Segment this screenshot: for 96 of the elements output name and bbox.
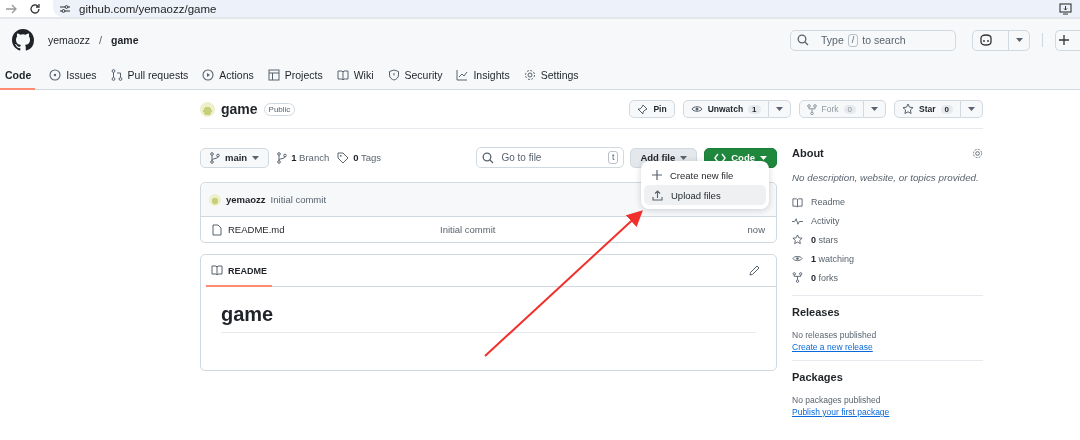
repo-tab[interactable]: Projects [267, 62, 323, 90]
pin-icon [637, 103, 649, 115]
about-link[interactable]: 1 watching [792, 249, 983, 269]
file-name[interactable]: README.md [228, 224, 434, 235]
shield-icon [387, 69, 400, 81]
eye-icon [690, 104, 703, 114]
star-button[interactable]: Star 0 [894, 100, 961, 118]
branches-link[interactable]: 1 Branch [277, 151, 330, 164]
about-description: No description, website, or topics provided. [792, 172, 980, 183]
back-icon[interactable] [5, 2, 17, 15]
create-release-link[interactable]: Create a new release [792, 342, 873, 352]
repo-avatar-icon [200, 101, 215, 117]
shortcut-key: t [607, 151, 619, 164]
address-bar[interactable]: github.com/yemaozz/game [53, 0, 1080, 17]
site-settings-icon[interactable] [59, 3, 71, 14]
play-icon [202, 69, 215, 81]
commit-message[interactable]: Initial commit [440, 224, 742, 235]
go-to-file-field[interactable]: Go to file t [476, 147, 625, 168]
repo-tab[interactable]: Insights [456, 62, 510, 90]
gear-icon [523, 69, 536, 81]
commit-message[interactable]: Initial commit [270, 194, 327, 205]
octocat-logo-icon[interactable] [12, 29, 34, 51]
readme-tab[interactable]: README [206, 256, 272, 287]
fork-icon [792, 272, 803, 284]
releases-text: No releases published [792, 330, 878, 340]
shortcut-key: / [847, 33, 859, 47]
count-badge: 0 [940, 104, 953, 114]
search-icon [797, 34, 809, 46]
about-link[interactable]: Activity [792, 211, 983, 231]
readme-heading: game [221, 303, 756, 333]
dropdown-button[interactable] [768, 100, 791, 118]
plus-icon [1059, 35, 1069, 45]
dropdown-button[interactable] [864, 100, 886, 118]
tags-link[interactable]: 0 Tags [337, 151, 382, 164]
publish-package-link[interactable]: Publish your first package [792, 407, 890, 417]
count-badge: 1 [748, 104, 761, 114]
book-icon [792, 196, 803, 208]
fork-icon [806, 103, 817, 115]
user-avatar-icon [209, 193, 221, 206]
edit-icon[interactable] [749, 265, 760, 276]
go-to-file-input[interactable]: Go to file [499, 151, 603, 164]
pr-icon [110, 69, 123, 81]
about-link[interactable]: 0 forks [792, 268, 983, 287]
branch-icon [210, 151, 220, 164]
packages-text: No packages published [792, 395, 882, 405]
repo-tab[interactable]: Wiki [336, 62, 374, 90]
branch-icon [277, 151, 288, 164]
about-title: About [792, 147, 824, 159]
count-badge: 0 [843, 104, 856, 114]
file-icon [212, 223, 222, 236]
menu-item[interactable]: Create new file [644, 165, 766, 185]
caret-icon [968, 107, 975, 111]
plus-icon [652, 170, 662, 180]
copilot-button[interactable] [972, 29, 1030, 51]
repo-link[interactable]: game [111, 34, 139, 46]
watch-button[interactable]: Unwatch 1 [682, 100, 769, 118]
repo-tab[interactable]: Code [0, 62, 36, 90]
repo-name: game [221, 101, 258, 117]
install-app-icon[interactable] [1059, 3, 1072, 15]
repo-tab[interactable]: Settings [523, 62, 579, 90]
caret-icon [252, 155, 260, 160]
pin-button[interactable]: Pin [629, 100, 675, 118]
path-separator: / [99, 34, 103, 46]
search-icon [482, 151, 495, 164]
star-icon [792, 234, 803, 246]
reload-icon[interactable] [29, 2, 41, 15]
graph-icon [456, 69, 469, 81]
caret-icon [775, 107, 783, 111]
caret-icon [1016, 38, 1023, 42]
book-icon [336, 69, 349, 81]
repo-tab[interactable]: Security [387, 62, 443, 90]
repo-tab[interactable]: Issues [49, 62, 97, 90]
table-icon [267, 69, 280, 81]
menu-item[interactable]: Upload files [644, 185, 766, 205]
branch-button[interactable]: main [200, 147, 270, 168]
commit-time: now [747, 224, 765, 235]
pulse-icon [792, 215, 803, 227]
tag-icon [337, 151, 350, 164]
dropdown-button[interactable] [961, 100, 983, 118]
repo-tab[interactable]: Actions [202, 62, 254, 90]
create-new-button[interactable] [1055, 29, 1080, 51]
owner-link[interactable]: yemaozz [48, 34, 90, 46]
search-field[interactable]: Type / to search [790, 29, 956, 51]
commit-author[interactable]: yemaozz [226, 194, 266, 205]
issue-icon [49, 69, 62, 81]
about-link[interactable]: Readme [792, 193, 983, 212]
book-icon [211, 265, 223, 276]
releases-title: Releases [792, 306, 841, 318]
copilot-icon [979, 34, 993, 46]
packages-title: Packages [792, 371, 844, 383]
star-icon [902, 103, 914, 115]
about-link[interactable]: 0 stars [792, 230, 983, 250]
caret-icon [871, 107, 878, 111]
repo-tab[interactable]: Pull requests [110, 62, 189, 90]
settings-icon[interactable] [972, 147, 983, 159]
upload-icon [652, 189, 663, 201]
